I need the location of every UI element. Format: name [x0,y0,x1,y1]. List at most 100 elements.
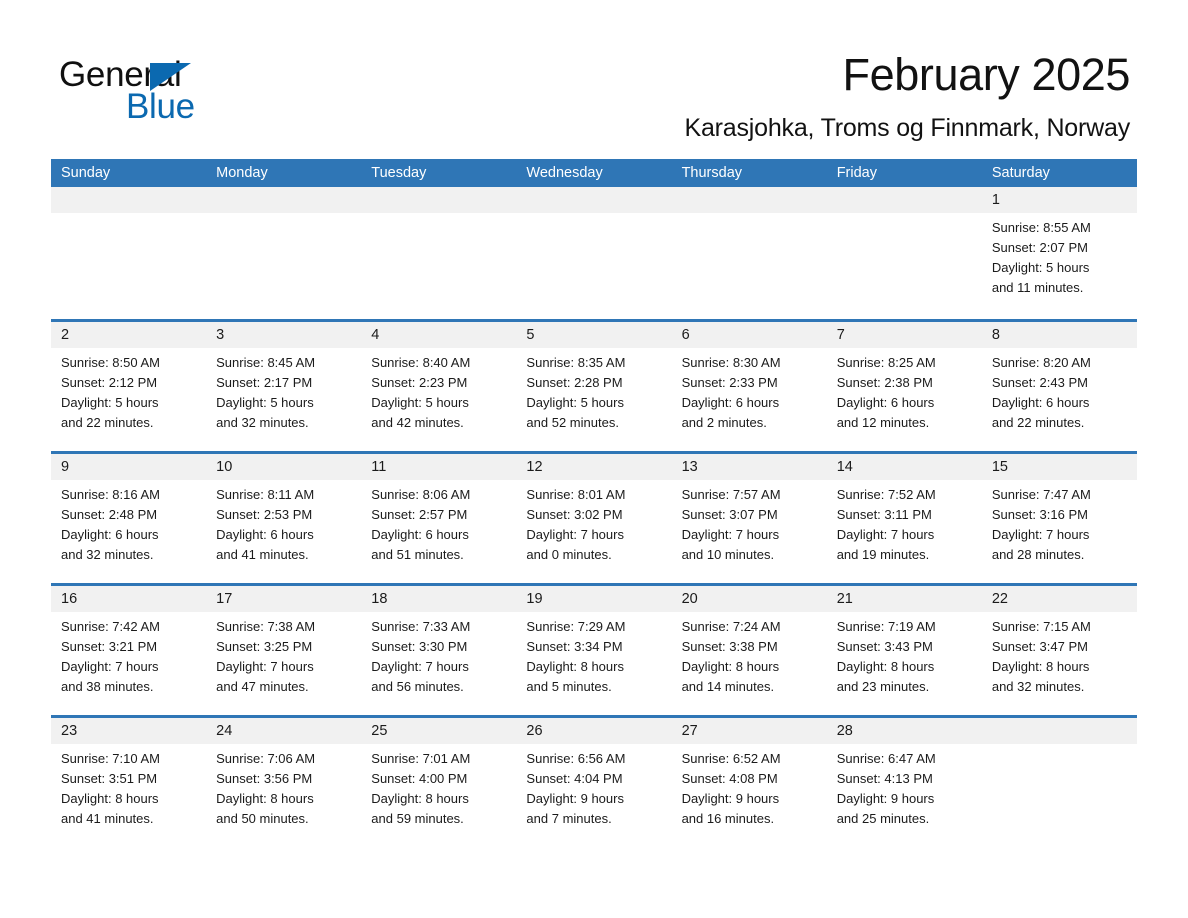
day-number: 21 [826,586,982,612]
day-info: Sunrise: 7:38 AM Sunset: 3:25 PM Daylight:… [206,612,361,697]
week-row: 9 Sunrise: 8:16 AM Sunset: 2:48 PM Daylight… [51,451,1137,583]
daylight-text-line2: and 51 minutes. [371,547,464,562]
sunrise-text: Sunrise: 7:15 AM [991,619,1091,634]
day-cell[interactable]: 10 Sunrise: 8:11 AM Sunset: 2:53 PM Dayligh… [206,454,362,583]
day-cell[interactable]: 11 Sunrise: 8:06 AM Sunset: 2:57 PM Dayligh… [361,454,517,583]
sunset-text: Sunset: 4:08 PM [681,771,778,786]
day-number: 27 [671,718,827,744]
day-cell[interactable]: 8 Sunrise: 8:20 AM Sunset: 2:43 PM Daylight… [981,322,1137,451]
day-cell[interactable]: 6 Sunrise: 8:30 AM Sunset: 2:33 PM Daylight… [671,322,827,451]
day-cell[interactable]: 2 Sunrise: 8:50 AM Sunset: 2:12 PM Daylight… [51,322,207,451]
day-cell[interactable]: 1 Sunrise: 8:55 AM Sunset: 2:07 PM Daylight… [981,187,1137,319]
day-info: Sunrise: 7:01 AM Sunset: 4:00 PM Daylight:… [361,744,516,829]
daylight-text-line1: Daylight: 8 hours [681,659,780,674]
daylight-text-line1: Daylight: 7 hours [991,527,1090,542]
sunrise-text: Sunrise: 6:47 AM [836,751,936,766]
day-cell[interactable]: 15 Sunrise: 7:47 AM Sunset: 3:16 PM Dayligh… [981,454,1137,583]
daylight-text-line1: Daylight: 6 hours [61,527,159,542]
daylight-text-line1: Daylight: 5 hours [61,395,159,410]
day-cell[interactable]: 24 Sunrise: 7:06 AM Sunset: 3:56 PM Dayligh… [206,718,362,847]
day-cell[interactable]: 22 Sunrise: 7:15 AM Sunset: 3:47 PM Dayligh… [981,586,1137,715]
daylight-text-line1: Daylight: 6 hours [216,527,314,542]
daylight-text-line1: Daylight: 8 hours [526,659,624,674]
day-number: 6 [671,322,827,348]
day-number: 26 [516,718,672,744]
page-header: General Blue February 2025 Karasjohka, T… [0,0,1188,150]
title-block: February 2025 Karasjohka, Troms og Finnm… [684,48,1130,144]
day-number: 9 [51,454,207,480]
sunset-text: Sunset: 3:34 PM [526,639,623,654]
daylight-text-line2: and 23 minutes. [836,679,930,694]
daylight-text-line1: Daylight: 8 hours [836,659,935,674]
daylight-text-line2: and 0 minutes. [526,547,612,562]
sunset-text: Sunset: 3:47 PM [991,639,1088,654]
weekday-header-wednesday: Wednesday [526,165,603,181]
daylight-text-line1: Daylight: 5 hours [371,395,469,410]
sunrise-text: Sunrise: 8:16 AM [61,487,160,502]
day-number: 15 [981,454,1137,480]
sunrise-text: Sunrise: 8:55 AM [991,220,1091,235]
day-cell[interactable]: 23 Sunrise: 7:10 AM Sunset: 3:51 PM Dayligh… [51,718,207,847]
day-cell[interactable]: 26 Sunrise: 6:56 AM Sunset: 4:04 PM Dayligh… [516,718,672,847]
day-cell[interactable]: 3 Sunrise: 8:45 AM Sunset: 2:17 PM Daylight… [206,322,362,451]
day-cell[interactable]: 5 Sunrise: 8:35 AM Sunset: 2:28 PM Daylight… [516,322,672,451]
daylight-text-line2: and 32 minutes. [61,547,154,562]
location-subtitle: Karasjohka, Troms og Finnmark, Norway [684,114,1130,142]
day-number: 13 [671,454,827,480]
daylight-text-line2: and 50 minutes. [216,811,309,826]
sunrise-text: Sunrise: 7:33 AM [371,619,471,634]
day-info: Sunrise: 8:50 AM Sunset: 2:12 PM Daylight:… [51,348,206,433]
day-cell[interactable]: 27 Sunrise: 6:52 AM Sunset: 4:08 PM Dayligh… [671,718,827,847]
day-number [981,718,1137,744]
week-row: 2 Sunrise: 8:50 AM Sunset: 2:12 PM Daylight… [51,319,1137,451]
daylight-text-line2: and 32 minutes. [991,679,1085,694]
sunset-text: Sunset: 3:25 PM [216,639,313,654]
day-cell[interactable]: 12 Sunrise: 8:01 AM Sunset: 3:02 PM Dayligh… [516,454,672,583]
daylight-text-line2: and 16 minutes. [681,811,775,826]
general-blue-logo[interactable]: General Blue [59,55,319,127]
weekday-header-row: Sunday Monday Tuesday Wednesday Thursday… [51,159,1137,187]
daylight-text-line2: and 5 minutes. [526,679,612,694]
day-info: Sunrise: 8:35 AM Sunset: 2:28 PM Daylight:… [516,348,671,433]
day-cell[interactable]: 14 Sunrise: 7:52 AM Sunset: 3:11 PM Dayligh… [826,454,982,583]
day-number: 25 [361,718,517,744]
day-info: Sunrise: 7:19 AM Sunset: 3:43 PM Daylight:… [827,612,982,697]
day-number: 28 [826,718,982,744]
sunrise-text: Sunrise: 8:11 AM [216,487,315,502]
daylight-text-line2: and 52 minutes. [526,415,619,430]
daylight-text-line2: and 41 minutes. [61,811,154,826]
day-cell[interactable]: 19 Sunrise: 7:29 AM Sunset: 3:34 PM Dayligh… [516,586,672,715]
day-info: Sunrise: 7:24 AM Sunset: 3:38 PM Daylight:… [672,612,827,697]
daylight-text-line1: Daylight: 8 hours [991,659,1090,674]
sunset-text: Sunset: 2:57 PM [371,507,468,522]
day-number [671,187,827,213]
sunset-text: Sunset: 3:16 PM [991,507,1088,522]
day-cell[interactable]: 4 Sunrise: 8:40 AM Sunset: 2:23 PM Daylight… [361,322,517,451]
day-cell[interactable]: 28 Sunrise: 6:47 AM Sunset: 4:13 PM Dayligh… [826,718,982,847]
sunrise-text: Sunrise: 7:42 AM [61,619,160,634]
day-info: Sunrise: 7:29 AM Sunset: 3:34 PM Daylight:… [516,612,671,697]
day-cell[interactable]: 16 Sunrise: 7:42 AM Sunset: 3:21 PM Dayligh… [51,586,207,715]
daylight-text-line2: and 42 minutes. [371,415,464,430]
day-number [206,187,362,213]
daylight-text-line2: and 22 minutes. [61,415,154,430]
day-cell[interactable]: 18 Sunrise: 7:33 AM Sunset: 3:30 PM Dayligh… [361,586,517,715]
day-cell[interactable]: 25 Sunrise: 7:01 AM Sunset: 4:00 PM Dayligh… [361,718,517,847]
day-cell[interactable]: 9 Sunrise: 8:16 AM Sunset: 2:48 PM Daylight… [51,454,207,583]
daylight-text-line1: Daylight: 5 hours [526,395,624,410]
day-cell[interactable]: 21 Sunrise: 7:19 AM Sunset: 3:43 PM Dayligh… [826,586,982,715]
day-number [516,187,672,213]
day-cell[interactable]: 7 Sunrise: 8:25 AM Sunset: 2:38 PM Daylight… [826,322,982,451]
sunset-text: Sunset: 2:48 PM [61,507,158,522]
sunrise-text: Sunrise: 7:06 AM [216,751,316,766]
day-cell[interactable]: 20 Sunrise: 7:24 AM Sunset: 3:38 PM Dayligh… [671,586,827,715]
sunrise-text: Sunrise: 7:24 AM [681,619,781,634]
day-info: Sunrise: 7:52 AM Sunset: 3:11 PM Daylight:… [827,480,982,565]
daylight-text-line1: Daylight: 6 hours [836,395,935,410]
daylight-text-line1: Daylight: 7 hours [216,659,314,674]
day-info: Sunrise: 8:25 AM Sunset: 2:38 PM Daylight:… [827,348,982,433]
sunset-text: Sunset: 2:07 PM [991,240,1088,255]
day-cell[interactable]: 17 Sunrise: 7:38 AM Sunset: 3:25 PM Dayligh… [206,586,362,715]
day-info: Sunrise: 8:40 AM Sunset: 2:23 PM Daylight:… [361,348,516,433]
day-cell[interactable]: 13 Sunrise: 7:57 AM Sunset: 3:07 PM Dayligh… [671,454,827,583]
